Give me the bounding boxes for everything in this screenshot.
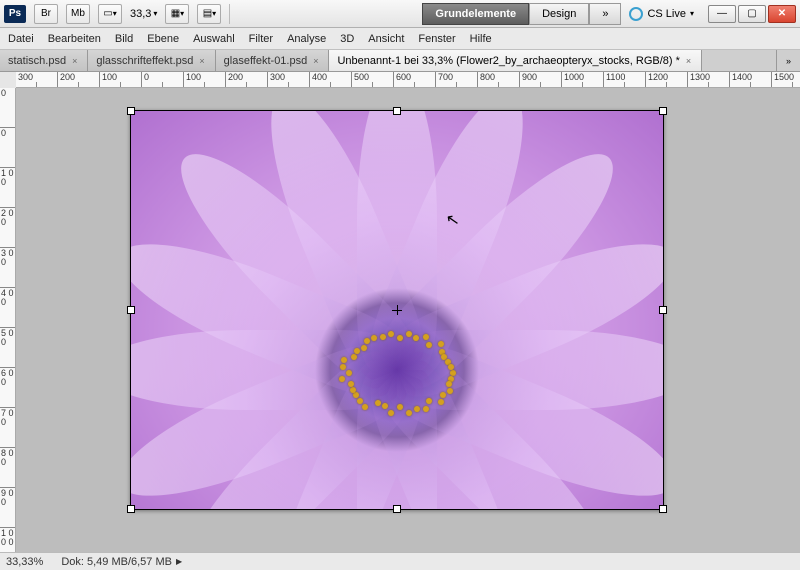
menu-ebene[interactable]: Ebene: [147, 33, 179, 45]
cs-live-icon: [629, 7, 643, 21]
ruler-tick: 200: [58, 72, 100, 87]
ruler-tick: 100: [184, 72, 226, 87]
ruler-tick: 400: [310, 72, 352, 87]
document-tabbar: statisch.psd× glasschrifteffekt.psd× gla…: [0, 50, 800, 72]
divider: [229, 4, 230, 24]
menu-ansicht[interactable]: Ansicht: [368, 33, 404, 45]
menu-analyse[interactable]: Analyse: [287, 33, 326, 45]
menu-3d[interactable]: 3D: [340, 33, 354, 45]
menu-fenster[interactable]: Fenster: [418, 33, 455, 45]
ruler-tick: 0: [142, 72, 184, 87]
ruler-tick: 900: [520, 72, 562, 87]
ruler-tick: 800: [478, 72, 520, 87]
ruler-tick: 200: [226, 72, 268, 87]
ruler-tick: 0: [0, 88, 15, 128]
menubar: Datei Bearbeiten Bild Ebene Auswahl Filt…: [0, 28, 800, 50]
close-button[interactable]: ✕: [768, 5, 796, 23]
ruler-tick: 3 0 0: [0, 248, 15, 288]
document-tab[interactable]: glasschrifteffekt.psd×: [88, 50, 215, 71]
document-tab[interactable]: glaseffekt-01.psd×: [216, 50, 330, 71]
ruler-tick: 1300: [688, 72, 730, 87]
document-tab[interactable]: statisch.psd×: [0, 50, 88, 71]
ruler-tick: 9 0 0: [0, 488, 15, 528]
ruler-tick: 600: [394, 72, 436, 87]
arrange-docs-button[interactable]: ▦▾: [165, 4, 189, 24]
workspace-essentials[interactable]: Grundelemente: [422, 3, 529, 25]
canvas-viewport[interactable]: ↖: [16, 88, 800, 552]
menu-datei[interactable]: Datei: [8, 33, 34, 45]
ruler-tick: 1100: [604, 72, 646, 87]
ruler-tick: 500: [352, 72, 394, 87]
ruler-tick: 700: [436, 72, 478, 87]
vertical-ruler[interactable]: 001 0 02 0 03 0 04 0 05 0 06 0 07 0 08 0…: [0, 88, 16, 552]
close-icon[interactable]: ×: [313, 56, 318, 66]
workspace-overflow[interactable]: »: [589, 3, 621, 25]
document-tab-active[interactable]: Unbenannt-1 bei 33,3% (Flower2_by_archae…: [329, 50, 702, 71]
ruler-tick: 1 0 0 0: [0, 528, 15, 552]
ruler-tick: 1000: [562, 72, 604, 87]
workspace-switcher: Grundelemente Design »: [422, 3, 621, 25]
menu-hilfe[interactable]: Hilfe: [470, 33, 492, 45]
ruler-tick: 1200: [646, 72, 688, 87]
ruler-tick: 6 0 0: [0, 368, 15, 408]
minimize-button[interactable]: —: [708, 5, 736, 23]
maximize-button[interactable]: ▢: [738, 5, 766, 23]
ruler-tick: 5 0 0: [0, 328, 15, 368]
ruler-tick: 0: [0, 128, 15, 168]
cs-live-button[interactable]: CS Live▾: [621, 7, 702, 21]
work-area: 001 0 02 0 03 0 04 0 05 0 06 0 07 0 08 0…: [0, 88, 800, 552]
extras-button[interactable]: ▤▾: [197, 4, 221, 24]
titlebar: Ps Br Mb ▭▾ 33,3▾ ▦▾ ▤▾ Grundelemente De…: [0, 0, 800, 28]
doc-size-field[interactable]: Dok: 5,49 MB/6,57 MB▶: [61, 556, 182, 568]
zoom-field[interactable]: 33,33%: [6, 556, 43, 568]
menu-auswahl[interactable]: Auswahl: [193, 33, 235, 45]
bridge-button[interactable]: Br: [34, 4, 58, 24]
menu-bild[interactable]: Bild: [115, 33, 133, 45]
close-icon[interactable]: ×: [686, 56, 691, 66]
ruler-tick: 8 0 0: [0, 448, 15, 488]
minibridge-button[interactable]: Mb: [66, 4, 90, 24]
close-icon[interactable]: ×: [199, 56, 204, 66]
screen-mode-button[interactable]: ▭▾: [98, 4, 122, 24]
app-logo: Ps: [4, 5, 26, 23]
ruler-tick: 2 0 0: [0, 208, 15, 248]
ruler-tick: 4 0 0: [0, 288, 15, 328]
ruler-tick: 7 0 0: [0, 408, 15, 448]
statusbar: 33,33% Dok: 5,49 MB/6,57 MB▶: [0, 552, 800, 570]
zoom-selector[interactable]: 33,3▾: [130, 8, 157, 20]
ruler-tick: 1400: [730, 72, 772, 87]
ruler-tick: 300: [16, 72, 58, 87]
chevron-right-icon[interactable]: ▶: [176, 557, 182, 566]
ruler-tick: 1 0 0: [0, 168, 15, 208]
workspace-design[interactable]: Design: [529, 3, 589, 25]
menu-bearbeiten[interactable]: Bearbeiten: [48, 33, 101, 45]
tab-overflow-button[interactable]: »: [776, 50, 800, 71]
canvas-image[interactable]: [130, 110, 664, 510]
horizontal-ruler[interactable]: 3002001000100200300400500600700800900100…: [16, 72, 800, 88]
ruler-tick: 300: [268, 72, 310, 87]
ruler-tick: 1500: [772, 72, 800, 87]
menu-filter[interactable]: Filter: [249, 33, 273, 45]
close-icon[interactable]: ×: [72, 56, 77, 66]
ruler-tick: 100: [100, 72, 142, 87]
